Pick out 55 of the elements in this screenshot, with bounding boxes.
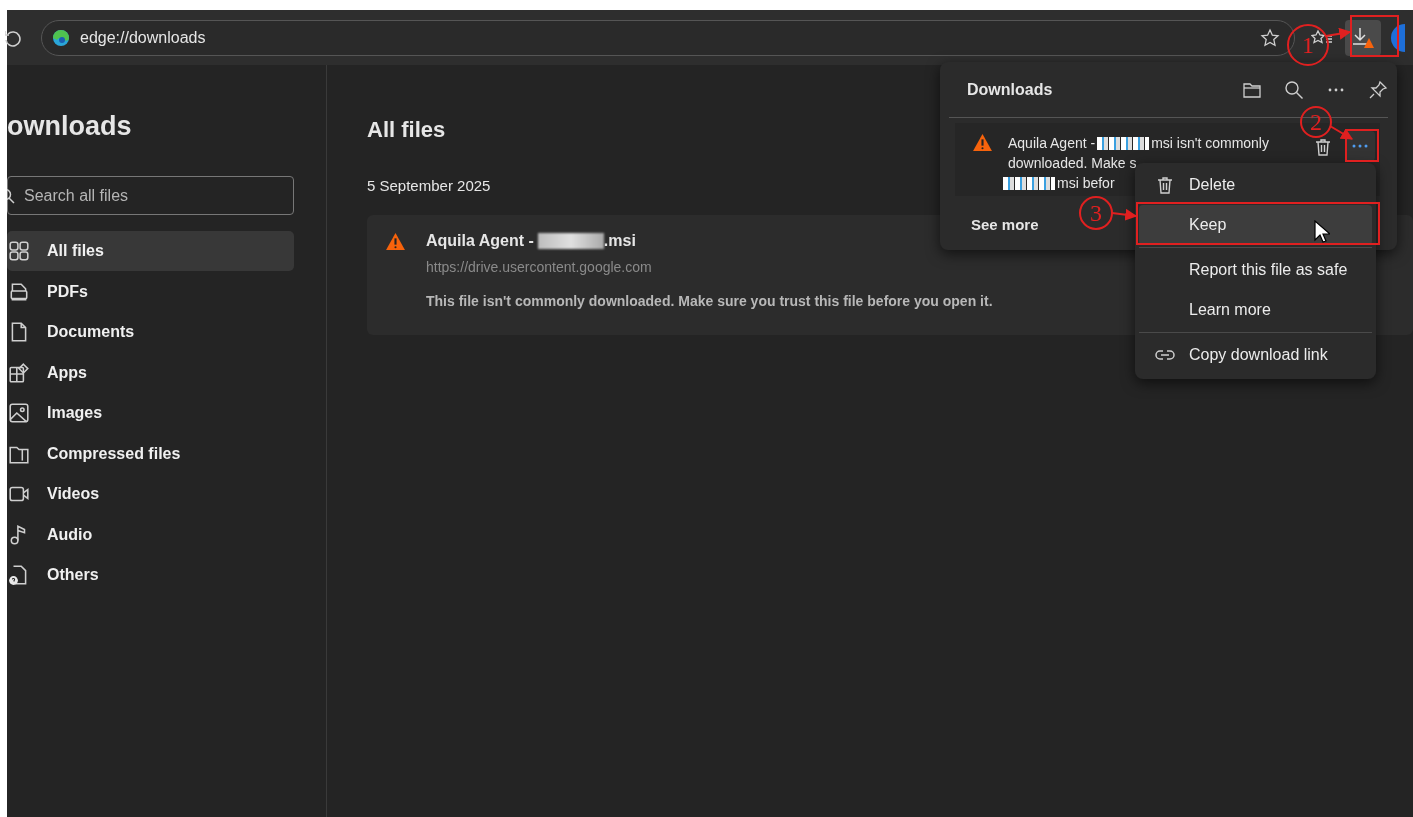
sidebar-item[interactable]: Compressed files <box>7 433 294 474</box>
highlight-frame <box>1345 129 1379 162</box>
search-field[interactable]: Search all files <box>7 176 294 215</box>
annotation-arrow <box>1325 27 1352 40</box>
mouse-pointer-icon <box>1314 220 1330 244</box>
highlight-frame <box>1350 15 1399 57</box>
redaction-block <box>537 233 604 249</box>
page-title: ownloads <box>7 111 132 143</box>
menu-item[interactable]: Keep <box>1139 205 1372 245</box>
sidebar-item[interactable]: PDFs <box>7 271 294 312</box>
warning-icon <box>385 232 406 251</box>
download-warning-icon <box>1351 25 1375 50</box>
sidebar-item[interactable]: Audio <box>7 514 294 555</box>
trash-icon <box>1313 137 1333 157</box>
pin-icon[interactable] <box>1368 79 1388 100</box>
more-icon <box>1351 143 1369 149</box>
menu-item[interactable]: Copy download link <box>1139 335 1372 375</box>
search-icon[interactable] <box>1284 79 1304 100</box>
section-title: All files <box>367 117 446 143</box>
source-url: https://drive.usercontent.google.com <box>426 259 653 275</box>
trash-icon <box>1155 175 1175 195</box>
step-marker: 1 <box>1287 24 1329 66</box>
address-bar[interactable]: edge://downloads <box>41 19 1295 56</box>
sidebar-item[interactable]: Images <box>7 393 294 433</box>
sidebar-item[interactable]: Others <box>7 555 294 595</box>
sidebar-item[interactable]: Documents <box>7 312 294 352</box>
sidebar-item[interactable]: Apps <box>7 352 294 393</box>
see-more-link[interactable]: See more <box>971 216 1039 233</box>
menu-item[interactable]: Report this file as safe <box>1139 250 1372 290</box>
image-icon <box>8 402 30 424</box>
file-name[interactable]: Aquila Agent - <box>426 232 534 250</box>
favorite-star-icon[interactable] <box>1260 27 1280 48</box>
downloads-button[interactable] <box>1345 19 1381 56</box>
panel-title: Downloads <box>967 80 1054 99</box>
step-marker: 3 <box>1079 196 1113 230</box>
more-options-button[interactable] <box>1345 131 1375 161</box>
browser-logo-icon <box>52 28 70 47</box>
item-text: Aquila Agent - <box>1008 134 1096 153</box>
annotation-arrow <box>1329 125 1354 140</box>
date-heading: 5 September 2025 <box>367 177 491 194</box>
redaction-block <box>1003 176 1055 190</box>
file-extension: .msi <box>603 232 636 250</box>
annotation-arrow <box>1111 208 1138 221</box>
item-text: msi befor <box>1057 174 1115 193</box>
sidebar-item[interactable]: All files <box>7 231 294 271</box>
grid-icon <box>8 240 30 262</box>
redaction-block <box>1097 136 1150 150</box>
sidebar-item[interactable]: Videos <box>7 474 294 514</box>
menu-item[interactable]: Learn more <box>1139 290 1372 330</box>
item-text: msi isn't commonly <box>1151 134 1269 153</box>
warning-icon <box>972 133 993 152</box>
item-text: downloaded. Make s <box>1008 154 1137 173</box>
apps-icon <box>8 361 30 384</box>
warning-message: This file isn't commonly downloaded. Make sure you trust this file before you open it. <box>426 293 993 309</box>
step-marker: 2 <box>1300 106 1332 138</box>
